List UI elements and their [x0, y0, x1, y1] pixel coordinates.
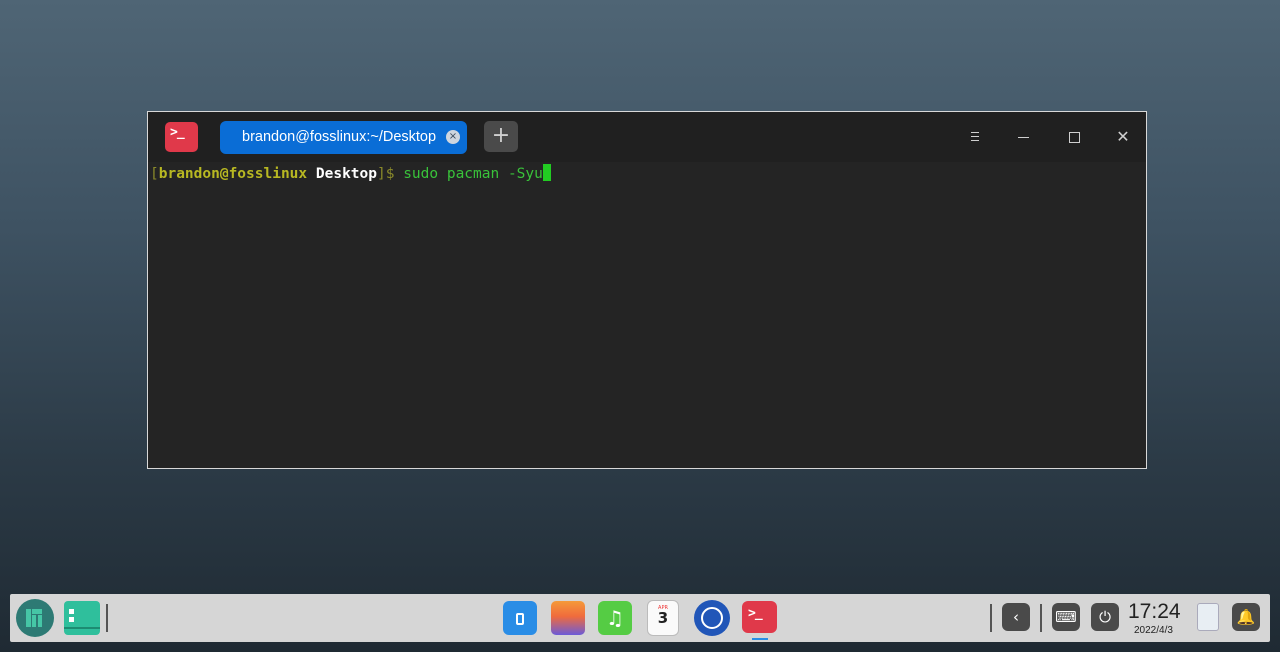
- terminal-icon[interactable]: >_: [742, 601, 777, 633]
- prompt-user-host: brandon@fosslinux: [158, 166, 308, 182]
- terminal-window[interactable]: >_ brandon@fosslinux:~/Desktop × + ✕ [br…: [147, 111, 1147, 469]
- tab-title: brandon@fosslinux:~/Desktop: [242, 129, 437, 145]
- terminal-glyph: >_: [170, 125, 185, 140]
- dock-divider: [106, 604, 108, 632]
- new-tab-button[interactable]: +: [484, 121, 518, 152]
- notification-bell-icon[interactable]: 🔔: [1232, 603, 1260, 631]
- maximize-icon[interactable]: [1062, 126, 1086, 148]
- text-cursor: [542, 164, 551, 181]
- prompt-close-bracket: ]$: [376, 166, 395, 182]
- prompt-open-bracket: [: [150, 166, 159, 182]
- active-indicator: [752, 638, 768, 640]
- back-icon[interactable]: ‹: [1002, 603, 1030, 631]
- manjaro-logo-icon[interactable]: [16, 599, 54, 637]
- terminal-app-icon: >_: [165, 122, 198, 152]
- command-text: sudo pacman -Syu: [403, 166, 543, 182]
- dock: ♫ APR 3 >_ ‹ ⌨ ⏻ 17:24 2022/4/3 🔔: [10, 594, 1270, 642]
- prompt-line: [brandon@fosslinux Desktop]$ sudo pacman…: [150, 164, 551, 182]
- titlebar[interactable]: >_ brandon@fosslinux:~/Desktop × + ✕: [148, 112, 1146, 162]
- terminal-content[interactable]: [brandon@fosslinux Desktop]$ sudo pacman…: [148, 162, 1146, 468]
- menu-icon[interactable]: [963, 126, 987, 148]
- app-store-icon[interactable]: [503, 601, 537, 635]
- minimize-icon[interactable]: [1012, 126, 1036, 148]
- file-manager-icon[interactable]: [64, 601, 100, 635]
- music-icon[interactable]: ♫: [598, 601, 632, 635]
- power-icon[interactable]: ⏻: [1091, 603, 1119, 631]
- settings-icon[interactable]: [694, 600, 730, 636]
- terminal-dock-glyph: >_: [748, 606, 763, 621]
- photos-icon[interactable]: [551, 601, 585, 635]
- clock-time[interactable]: 17:24: [1128, 600, 1181, 624]
- tab-close-icon[interactable]: ×: [446, 130, 460, 144]
- tray-divider-2: [1040, 604, 1042, 632]
- clock-date[interactable]: 2022/4/3: [1134, 625, 1173, 636]
- tab-terminal[interactable]: brandon@fosslinux:~/Desktop ×: [220, 121, 467, 154]
- prompt-directory: Desktop: [315, 166, 377, 182]
- calendar-icon[interactable]: APR 3: [647, 600, 679, 636]
- close-icon[interactable]: ✕: [1111, 126, 1135, 148]
- trash-icon[interactable]: [1197, 603, 1219, 631]
- tray-divider: [990, 604, 992, 632]
- keyboard-icon[interactable]: ⌨: [1052, 603, 1080, 631]
- calendar-day: 3: [657, 609, 669, 627]
